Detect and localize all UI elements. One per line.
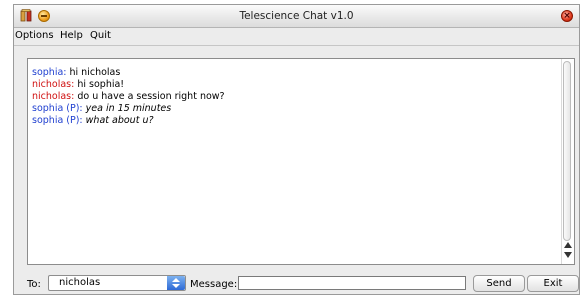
scroll-thumb[interactable]	[563, 61, 571, 241]
send-button[interactable]: Send	[473, 275, 525, 292]
chat-message: sophia (P): yea in 15 minutes	[32, 103, 556, 115]
chat-text: yea in 15 minutes	[82, 103, 172, 114]
chat-sender: sophia (P):	[32, 115, 83, 126]
chat-lines: sophia: hi nicholas nicholas: hi sophia! n…	[32, 67, 556, 127]
chat-transcript[interactable]: sophia: hi nicholas nicholas: hi sophia! n…	[27, 58, 575, 265]
chat-message: sophia: hi nicholas	[32, 67, 556, 79]
recipient-value: nicholas	[59, 277, 101, 288]
chat-text: hi nicholas	[66, 67, 121, 78]
chat-sender: nicholas:	[32, 79, 75, 90]
exit-button[interactable]: Exit	[527, 275, 579, 292]
window-title: Telescience Chat v1.0	[239, 10, 354, 22]
chat-message: nicholas: hi sophia!	[32, 79, 556, 91]
chat-text: do u have a session right now?	[74, 91, 225, 102]
title-bar[interactable]: Telescience Chat v1.0 ×	[14, 5, 579, 28]
chat-sender: nicholas:	[32, 91, 75, 102]
chat-window: Telescience Chat v1.0 × Options Help Qui…	[13, 4, 580, 295]
menu-options[interactable]: Options	[15, 30, 54, 41]
scroll-down-icon[interactable]	[564, 252, 572, 258]
chat-sender: sophia (P):	[32, 103, 83, 114]
recipient-select[interactable]: nicholas	[48, 275, 186, 291]
chat-scrollbar[interactable]	[561, 59, 574, 264]
chat-message: sophia (P): what about u?	[32, 115, 556, 127]
chat-text: what about u?	[82, 115, 154, 126]
menu-quit[interactable]: Quit	[90, 30, 111, 41]
chat-sender: sophia:	[32, 67, 67, 78]
select-stepper-icon[interactable]	[167, 276, 185, 290]
menu-help[interactable]: Help	[60, 30, 83, 41]
menu-bar: Options Help Quit	[14, 28, 579, 46]
message-input[interactable]	[238, 276, 466, 290]
close-button[interactable]: ×	[561, 10, 573, 22]
chat-message: nicholas: do u have a session right now?	[32, 91, 556, 103]
compose-bar: To: nicholas Message: Send Exit	[14, 273, 579, 293]
chat-text: hi sophia!	[74, 79, 125, 90]
message-label: Message:	[190, 279, 238, 290]
scroll-up-icon[interactable]	[564, 242, 572, 248]
to-label: To:	[27, 279, 41, 290]
